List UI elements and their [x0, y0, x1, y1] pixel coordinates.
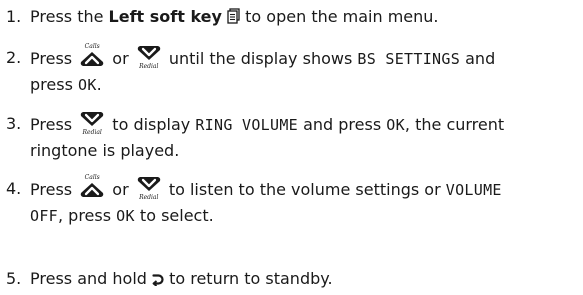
redial-down-key-icon: Redial — [134, 176, 164, 201]
display-text: OK — [386, 116, 405, 134]
calls-up-key-icon: Calls — [77, 43, 107, 69]
step-text: Press — [30, 180, 78, 199]
step-5: 5. Press and hold to return to standby. — [6, 266, 333, 293]
step-text: or — [107, 49, 134, 68]
calls-key-label: Calls — [84, 43, 100, 50]
instruction-steps: 1. Press the Left soft key to open the m… — [0, 0, 583, 295]
step-text: to open the main menu. — [240, 7, 439, 26]
left-soft-key-icon — [227, 6, 240, 31]
step-text: until the display shows — [163, 49, 358, 68]
step-text: and — [460, 49, 496, 68]
step-text: and press — [297, 115, 387, 134]
display-text: RING VOLUME — [195, 116, 298, 134]
redial-down-key-icon: Redial — [77, 111, 107, 136]
step-text: Press — [30, 115, 78, 134]
redial-key-label: Redial — [82, 129, 102, 136]
step-text: to return to standby. — [164, 269, 333, 288]
step-number: 4. — [6, 179, 22, 198]
step-number: 2. — [6, 48, 22, 67]
redial-down-key-icon: Redial — [134, 45, 164, 70]
step-text: Press — [30, 49, 78, 68]
redial-key-label: Redial — [139, 63, 159, 70]
display-text: OK — [116, 207, 135, 225]
step-text: press — [30, 75, 78, 94]
step-text: to select. — [134, 206, 214, 225]
step-2: 2. Press Calls or Redial until the displ… — [6, 43, 496, 98]
step-text: Press and hold — [30, 269, 152, 288]
display-text: OK — [77, 76, 97, 94]
calls-up-key-icon: Calls — [77, 174, 107, 200]
step-1: 1. Press the Left soft key to open the m… — [6, 4, 439, 31]
calls-key-label: Calls — [84, 174, 100, 181]
step-text: Press the — [30, 7, 109, 26]
step-number: 3. — [6, 114, 22, 133]
step-number: 5. — [6, 269, 22, 288]
redial-key-label: Redial — [139, 194, 159, 201]
step-text: , press — [58, 206, 117, 225]
display-text: OFF — [30, 207, 58, 225]
step-text: to listen to the volume settings or — [163, 180, 446, 199]
step-4: 4. Press Calls or Redial to listen to th… — [6, 174, 502, 229]
step-text: to display — [107, 115, 196, 134]
display-text: VOLUME — [445, 181, 502, 199]
end-call-back-icon — [152, 268, 164, 293]
display-text: BS SETTINGS — [357, 50, 461, 68]
left-soft-key-label: Left soft key — [108, 7, 222, 26]
step-text: , the current — [404, 115, 505, 134]
step-number: 1. — [6, 7, 22, 26]
step-text: ringtone is played. — [30, 141, 180, 160]
step-text: or — [107, 180, 134, 199]
step-3: 3. Press Redial to display RING VOLUME a… — [6, 111, 504, 163]
step-text: . — [96, 75, 102, 94]
